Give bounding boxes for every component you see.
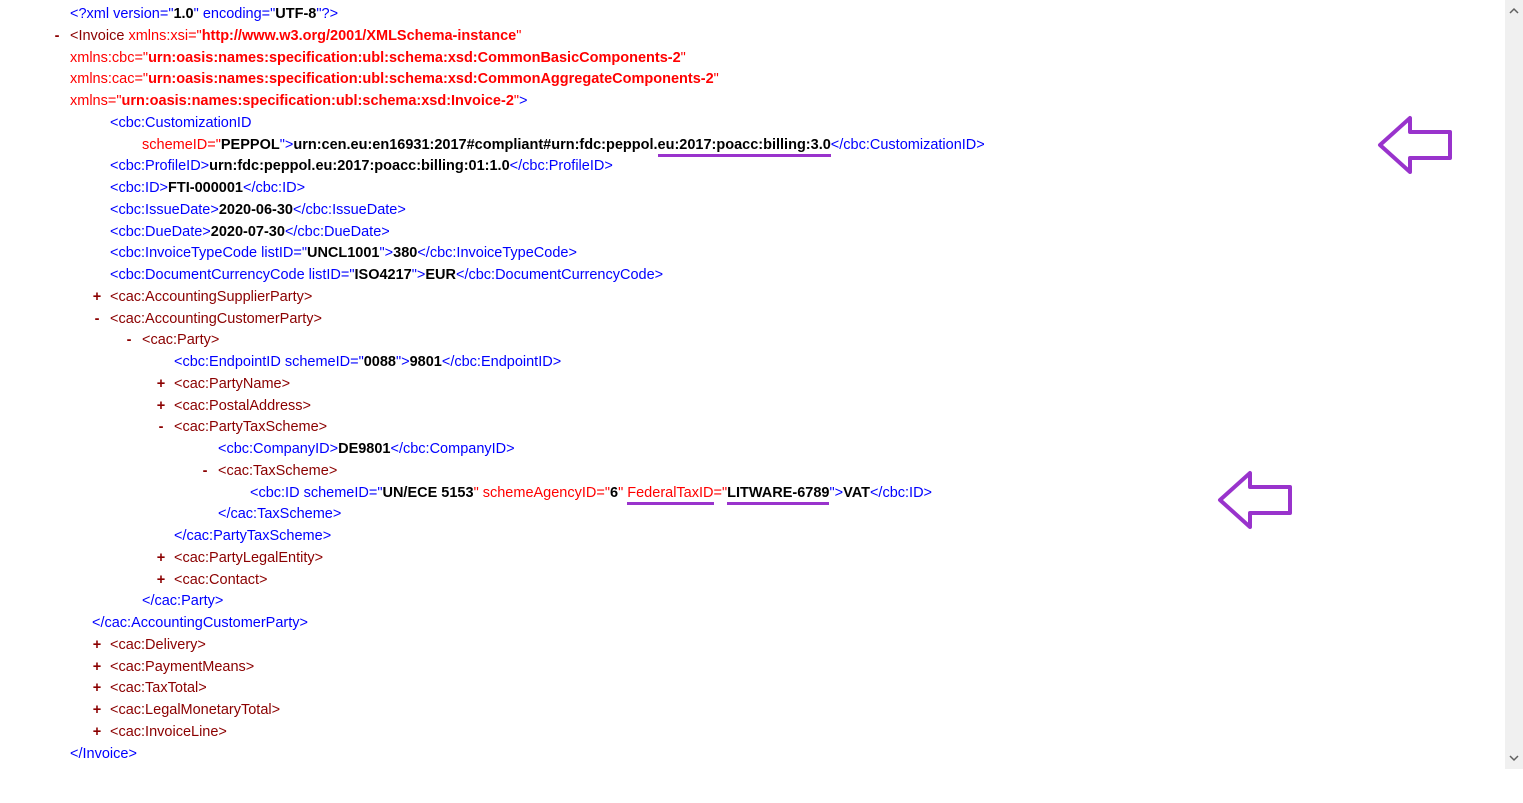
contact: +<cac:Contact> <box>40 570 1505 592</box>
scroll-up-icon[interactable] <box>1506 2 1522 20</box>
xml-tree-view: <?xml version="1.0" encoding="UTF-8"?> -… <box>0 0 1505 769</box>
expand-icon[interactable]: + <box>88 635 106 657</box>
party-name: +<cac:PartyName> <box>40 374 1505 396</box>
expand-icon[interactable]: + <box>88 287 106 309</box>
annotation-arrow-icon <box>1215 465 1295 535</box>
id: <cbc:ID>FTI-000001</cbc:ID> <box>40 178 1505 200</box>
collapse-icon[interactable]: - <box>48 26 66 48</box>
party-legal-entity: +<cac:PartyLegalEntity> <box>40 548 1505 570</box>
invoice-open: -<Invoice xmlns:xsi="http://www.w3.org/2… <box>40 26 1505 48</box>
endpoint-id: <cbc:EndpointID schemeID="0088">9801</cb… <box>40 352 1505 374</box>
document-currency: <cbc:DocumentCurrencyCode listID="ISO421… <box>40 265 1505 287</box>
customization-id-open: <cbc:CustomizationID <box>40 113 1505 135</box>
expand-icon[interactable]: + <box>88 657 106 679</box>
supplier-party: +<cac:AccountingSupplierParty> <box>40 287 1505 309</box>
legal-monetary-total: +<cac:LegalMonetaryTotal> <box>40 700 1505 722</box>
invoice-type-code: <cbc:InvoiceTypeCode listID="UNCL1001">3… <box>40 243 1505 265</box>
vertical-scrollbar[interactable] <box>1505 0 1523 769</box>
customer-party-close: </cac:AccountingCustomerParty> <box>40 613 1505 635</box>
invoice-cac-ns: xmlns:cac="urn:oasis:names:specification… <box>40 69 1505 91</box>
invoice-line: +<cac:InvoiceLine> <box>40 722 1505 744</box>
payment-means: +<cac:PaymentMeans> <box>40 657 1505 679</box>
profile-id: <cbc:ProfileID>urn:fdc:peppol.eu:2017:po… <box>40 156 1505 178</box>
expand-icon[interactable]: + <box>152 396 170 418</box>
delivery: +<cac:Delivery> <box>40 635 1505 657</box>
customization-id-value: schemeID="PEPPOL">urn:cen.eu:en16931:201… <box>40 135 1505 157</box>
postal-address: +<cac:PostalAddress> <box>40 396 1505 418</box>
company-id: <cbc:CompanyID>DE9801</cbc:CompanyID> <box>40 439 1505 461</box>
customer-party-open: -<cac:AccountingCustomerParty> <box>40 309 1505 331</box>
scroll-down-icon[interactable] <box>1506 749 1522 767</box>
xml-declaration: <?xml version="1.0" encoding="UTF-8"?> <box>40 4 1505 26</box>
party-open: -<cac:Party> <box>40 330 1505 352</box>
expand-icon[interactable]: + <box>88 700 106 722</box>
collapse-icon[interactable]: - <box>88 309 106 331</box>
expand-icon[interactable]: + <box>152 570 170 592</box>
invoice-close: </Invoice> <box>40 744 1505 766</box>
annotation-arrow-icon <box>1375 110 1455 180</box>
party-tax-scheme-open: -<cac:PartyTaxScheme> <box>40 417 1505 439</box>
expand-icon[interactable]: + <box>152 548 170 570</box>
expand-icon[interactable]: + <box>152 374 170 396</box>
invoice-xmlns: xmlns="urn:oasis:names:specification:ubl… <box>40 91 1505 113</box>
issue-date: <cbc:IssueDate>2020-06-30</cbc:IssueDate… <box>40 200 1505 222</box>
due-date: <cbc:DueDate>2020-07-30</cbc:DueDate> <box>40 222 1505 244</box>
tax-total: +<cac:TaxTotal> <box>40 678 1505 700</box>
expand-icon[interactable]: + <box>88 722 106 744</box>
invoice-cbc-ns: xmlns:cbc="urn:oasis:names:specification… <box>40 48 1505 70</box>
expand-icon[interactable]: + <box>88 678 106 700</box>
collapse-icon[interactable]: - <box>196 461 214 483</box>
party-close: </cac:Party> <box>40 591 1505 613</box>
collapse-icon[interactable]: - <box>152 417 170 439</box>
collapse-icon[interactable]: - <box>120 330 138 352</box>
